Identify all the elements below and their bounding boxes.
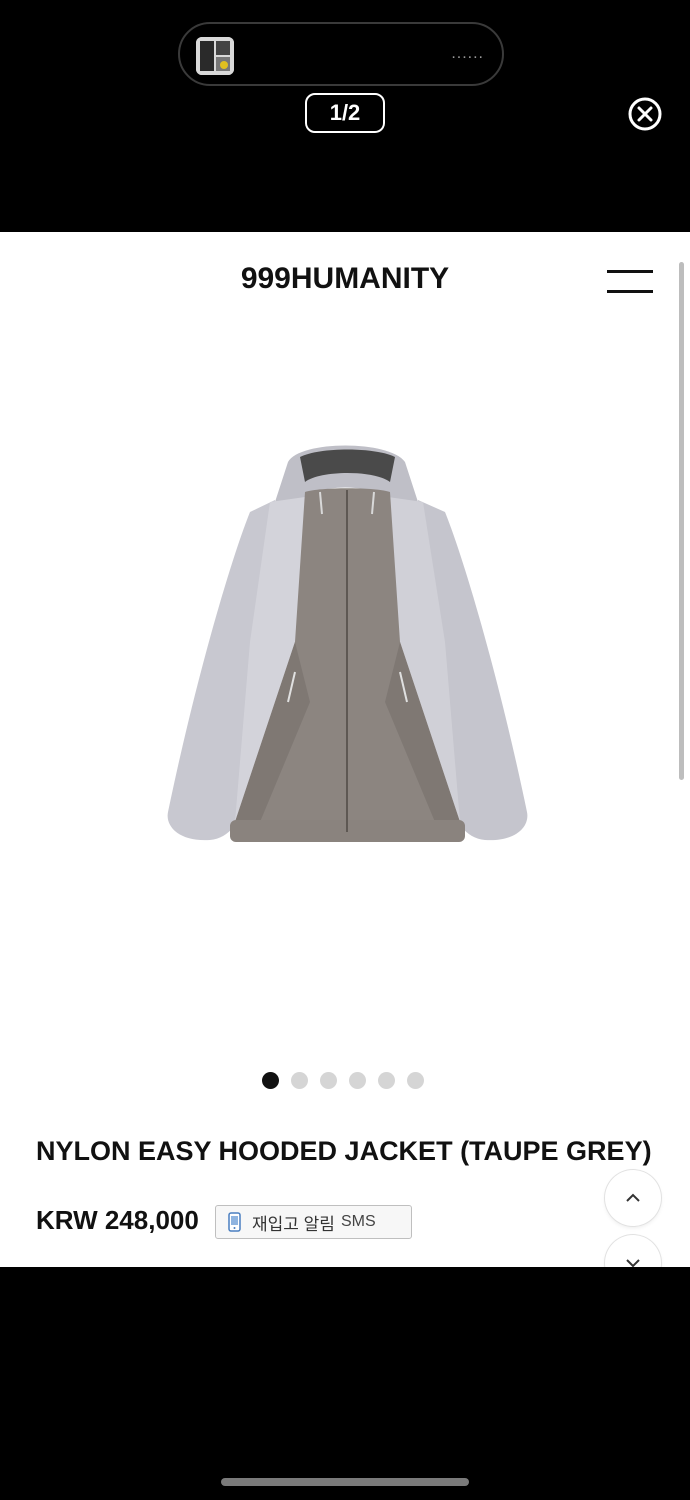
close-circle-icon[interactable] [627, 96, 663, 132]
carousel-dot[interactable] [320, 1072, 337, 1089]
brand-logo[interactable]: 999HUMANITY [0, 262, 690, 296]
scroll-up-button[interactable] [605, 1170, 661, 1226]
web-page: 999HUMANITY NYLON EASY HOODED JACKET (TA… [0, 232, 690, 1267]
carousel-dot[interactable] [349, 1072, 366, 1089]
scrollbar[interactable] [679, 262, 684, 780]
hamburger-menu-icon[interactable] [607, 268, 655, 296]
sms-label: SMS [340, 1213, 376, 1230]
home-indicator[interactable] [221, 1478, 469, 1486]
dynamic-island-pill: ...... [178, 22, 504, 86]
carousel-dot[interactable] [407, 1072, 424, 1089]
carousel-dot[interactable] [291, 1072, 308, 1089]
scroll-down-button[interactable] [605, 1235, 661, 1267]
image-counter: 1/2 [305, 93, 385, 133]
chevron-up-icon [626, 1193, 640, 1202]
restock-label: 재입고 알림 [252, 1214, 335, 1234]
carousel-dot[interactable] [378, 1072, 395, 1089]
restock-alert-button[interactable]: 재입고 알림 SMS [215, 1205, 412, 1239]
product-image-jacket [167, 445, 528, 842]
thumbnail-image [196, 37, 234, 75]
phone-sms-icon [228, 1212, 241, 1232]
more-dots[interactable]: ...... [451, 46, 484, 62]
carousel-indicator[interactable] [262, 1072, 424, 1090]
product-title: NYLON EASY HOODED JACKET (TAUPE GREY) [36, 1136, 652, 1166]
product-price: KRW 248,000 [36, 1205, 199, 1235]
chevron-down-icon [626, 1259, 640, 1267]
carousel-dot[interactable] [262, 1072, 279, 1089]
